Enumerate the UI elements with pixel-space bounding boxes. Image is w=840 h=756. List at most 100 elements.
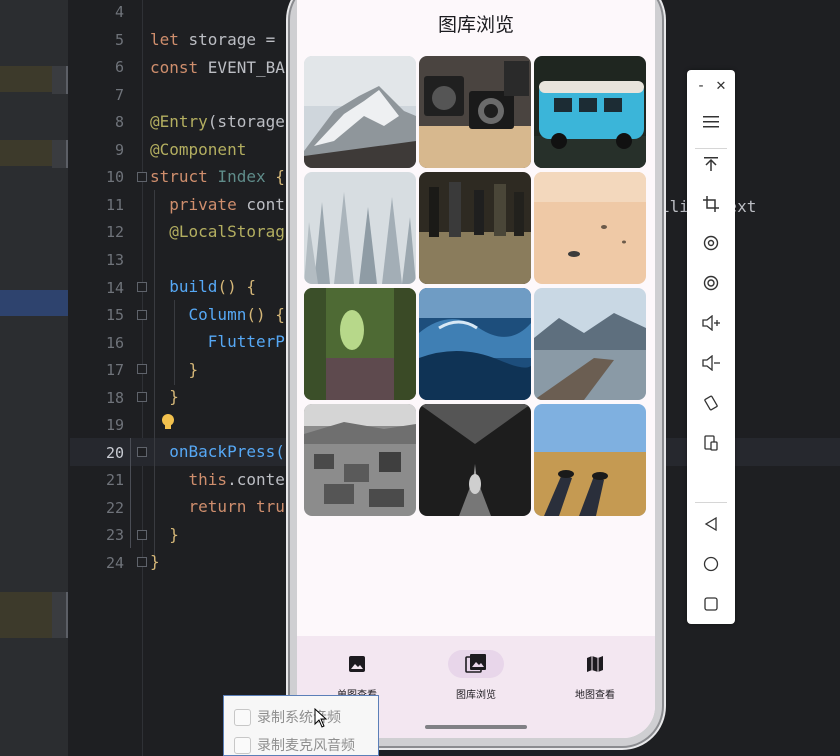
photo-bw-tree-path[interactable] (419, 404, 531, 516)
photo-desert-sand[interactable] (534, 172, 646, 284)
code-line-16[interactable]: FlutterP (150, 332, 285, 351)
photo-frosted-forest[interactable] (304, 172, 416, 284)
line-number: 19 (105, 416, 124, 434)
code-line-9[interactable]: @Component (150, 140, 246, 159)
code-text: (storage (207, 112, 285, 131)
brace: () { (246, 305, 285, 324)
line-number: 5 (114, 31, 124, 49)
code-line-15[interactable]: Column() { (150, 305, 285, 324)
crop-icon[interactable] (697, 190, 725, 218)
function-name: build (150, 277, 218, 296)
code-line-20[interactable]: onBackPress( (150, 442, 285, 461)
panel-selected-row[interactable] (0, 290, 68, 316)
photo-legs-in-field[interactable] (534, 404, 646, 516)
line-number: 7 (114, 86, 124, 104)
indent-guide (130, 438, 131, 548)
mic-audio-option[interactable]: 录制麦克风音频 (234, 735, 355, 755)
line-number: 22 (105, 499, 124, 517)
photo-snowy-mountain[interactable] (304, 56, 416, 168)
keyword: const (150, 58, 208, 77)
line-number: 24 (105, 554, 124, 572)
phone-screen[interactable]: 图库浏览 图库浏览 地图查看 (297, 0, 655, 738)
photo-wooden-pier-lake[interactable] (534, 288, 646, 400)
line-number: 6 (114, 58, 124, 76)
fold-marker[interactable] (137, 282, 147, 292)
mic-audio-label: 录制麦克风音频 (257, 738, 355, 754)
code-line-14[interactable]: build() { (150, 277, 256, 296)
photo-green-forest-tunnel[interactable] (304, 288, 416, 400)
rotate-icon[interactable] (697, 229, 725, 257)
nav-single-image[interactable]: 单图查看 (307, 650, 407, 701)
decorator: @Entry (150, 112, 208, 131)
home-icon[interactable] (697, 550, 725, 578)
rotate-device-icon[interactable] (697, 389, 725, 417)
code-line-22[interactable]: return tru (150, 497, 285, 516)
nav-label: 图库浏览 (456, 690, 496, 701)
toolbar-divider (695, 502, 727, 503)
mouse-cursor-icon (314, 708, 328, 728)
code-line-11[interactable]: private cont (150, 195, 285, 214)
nav-label: 地图查看 (575, 690, 615, 701)
photo-ocean-wave[interactable] (419, 288, 531, 400)
line-number: 23 (105, 526, 124, 544)
code-text: cont (246, 195, 285, 214)
gutter-separator (142, 0, 143, 756)
fold-marker[interactable] (137, 447, 147, 457)
map-icon (567, 650, 623, 678)
code-line-17[interactable]: } (150, 360, 199, 379)
code-line-8[interactable]: @Entry(storage (150, 112, 285, 131)
code-line-24[interactable]: } (150, 552, 160, 571)
fold-marker[interactable] (137, 172, 147, 182)
keyword: let (150, 30, 189, 49)
code-line-5[interactable]: let storage = (150, 30, 275, 49)
photo-vintage-cameras[interactable] (419, 56, 531, 168)
multi-device-icon[interactable] (697, 429, 725, 457)
photo-subway-crowd[interactable] (419, 172, 531, 284)
toolbar-divider (695, 148, 727, 149)
screenshot-icon[interactable] (697, 269, 725, 297)
line-number: 14 (105, 279, 124, 297)
nav-gallery[interactable]: 图库浏览 (426, 650, 526, 701)
brace: () { (217, 277, 256, 296)
code-line-10[interactable]: struct Index { (150, 167, 285, 186)
recents-icon[interactable] (697, 590, 725, 618)
page-title: 图库浏览 (437, 14, 514, 36)
fold-marker[interactable] (137, 310, 147, 320)
function-name: Column (150, 305, 247, 324)
back-icon[interactable] (697, 510, 725, 538)
photo-bw-city-aerial[interactable] (304, 404, 416, 516)
photo-grid (304, 56, 646, 516)
volume-up-icon[interactable] (697, 309, 725, 337)
fold-marker[interactable] (137, 392, 147, 402)
code-line-21[interactable]: this.conte (150, 470, 285, 489)
minimize-icon[interactable]: - (691, 72, 711, 100)
system-audio-checkbox[interactable] (234, 708, 251, 726)
line-number: 11 (105, 196, 124, 214)
line-number: 10 (105, 168, 124, 186)
code-line-6[interactable]: const EVENT_BA (150, 58, 285, 77)
fold-marker[interactable] (137, 364, 147, 374)
code-line-23[interactable]: } (150, 525, 179, 544)
gallery-icon (448, 650, 504, 678)
nav-map[interactable]: 地图查看 (545, 650, 645, 701)
volume-down-icon[interactable] (697, 349, 725, 377)
fold-marker[interactable] (137, 530, 147, 540)
code-line-12[interactable]: @LocalStorag (150, 222, 285, 241)
keyword: return (150, 497, 256, 516)
emulator-toolbar: - ✕ (687, 70, 735, 624)
line-number: 21 (105, 471, 124, 489)
home-indicator[interactable] (425, 725, 527, 729)
mic-audio-checkbox[interactable] (234, 736, 251, 754)
close-icon[interactable]: ✕ (711, 72, 731, 100)
fold-marker[interactable] (137, 557, 147, 567)
pin-top-icon[interactable] (697, 150, 725, 178)
code-text: storage = (188, 30, 276, 49)
code-line-18[interactable]: } (150, 387, 179, 406)
keyword: this (150, 470, 228, 489)
menu-icon[interactable] (697, 108, 725, 136)
keyword: struct (150, 167, 218, 186)
lightbulb-icon[interactable] (161, 413, 175, 431)
line-number: 18 (105, 389, 124, 407)
scroll-marker (52, 140, 68, 168)
photo-blue-vw-van[interactable] (534, 56, 646, 168)
